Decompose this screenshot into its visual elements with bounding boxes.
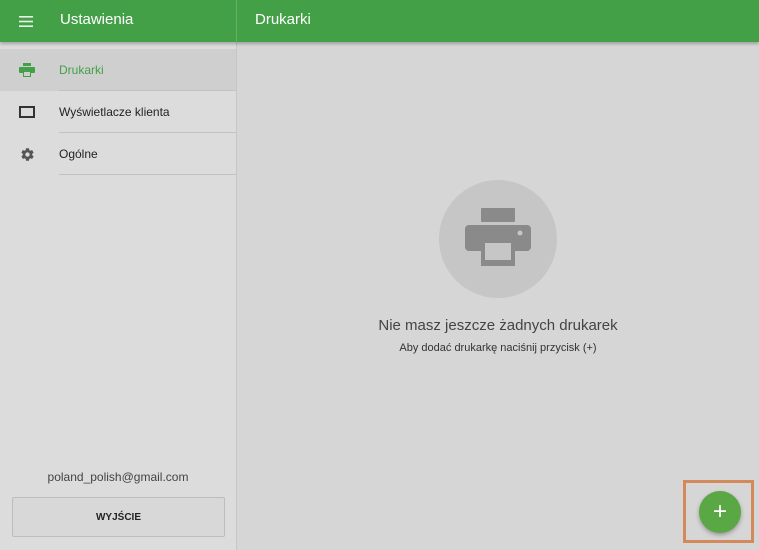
printer-icon [18,62,36,78]
sidebar-item-printers[interactable]: Drukarki [0,49,236,91]
account-email: poland_polish@gmail.com [47,470,189,484]
empty-state-subtitle: Aby dodać drukarkę naciśnij przycisk (+) [399,342,597,354]
empty-state-title: Nie masz jeszcze żadnych drukarek [378,317,618,334]
sidebar-item-label: Ogólne [59,147,98,161]
sidebar-item-customer-displays[interactable]: Wyświetlacze klienta [0,91,236,133]
app-bar: Ustawienia Drukarki [0,0,759,42]
add-icon: + [712,498,727,525]
monitor-icon [18,104,36,120]
exit-button[interactable]: WYJŚCIE [12,497,225,537]
printer-icon [465,207,531,271]
page-title: Drukarki [255,11,311,28]
add-printer-button[interactable]: + [699,491,741,533]
divider [59,174,236,175]
settings-title: Ustawienia [60,11,134,28]
hamburger-menu-icon[interactable] [14,11,38,31]
empty-state-illustration [439,180,557,298]
sidebar-item-label: Drukarki [59,63,104,77]
sidebar: Drukarki Wyświetlacze klienta Ogólne pol… [0,42,237,550]
main-content: Nie masz jeszcze żadnych drukarek Aby do… [237,42,759,550]
sidebar-item-label: Wyświetlacze klienta [59,105,170,119]
gear-icon [18,146,36,162]
appbar-divider [236,0,237,42]
sidebar-item-general[interactable]: Ogólne [0,133,236,175]
